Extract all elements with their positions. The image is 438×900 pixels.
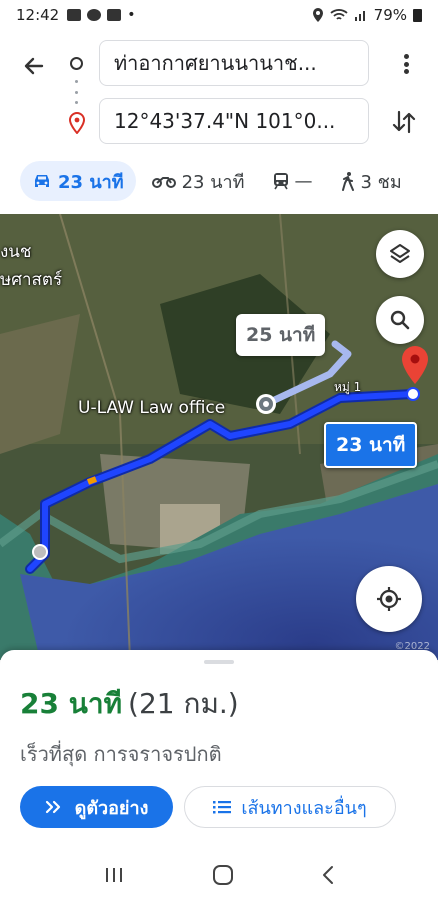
layers-icon bbox=[390, 244, 410, 263]
tab-motorcycle[interactable]: 23 นาที bbox=[140, 161, 257, 201]
system-icons: 79% bbox=[312, 6, 422, 24]
battery-icon bbox=[413, 8, 422, 22]
home-icon[interactable] bbox=[212, 864, 234, 886]
tab-transit-label: — bbox=[294, 170, 313, 192]
route-summary: 23 นาที (21 กม.) bbox=[20, 682, 239, 726]
directions-header: ท่าอากาศยานนานาช... 12°43'37.4"N 101°0..… bbox=[0, 30, 438, 150]
crosshair-icon bbox=[377, 587, 401, 611]
map-area-label-2: ษศาสตร์ bbox=[0, 270, 63, 290]
tab-walk-label: 3 ชม bbox=[360, 171, 402, 193]
double-chevron-right-icon bbox=[45, 800, 60, 814]
steps-more-button[interactable]: เส้นทางและอื่นๆ bbox=[184, 786, 396, 828]
tab-car-label: 23 นาที bbox=[58, 171, 124, 193]
travel-mode-tabs: 23 นาที 23 นาที — 3 ชม bbox=[0, 158, 438, 204]
map-road-label: หมู่ 1 bbox=[334, 380, 362, 394]
facebook-icon bbox=[107, 9, 122, 21]
origin-circle-icon bbox=[70, 57, 83, 70]
motorcycle-icon bbox=[151, 177, 176, 188]
more-dot-icon: • bbox=[127, 7, 136, 23]
route-distance: (21 กม.) bbox=[128, 687, 239, 720]
back-button[interactable] bbox=[20, 52, 48, 80]
location-icon bbox=[312, 8, 323, 22]
main-route-time-bubble[interactable]: 23 นาที bbox=[324, 422, 418, 468]
route-dots-icon bbox=[75, 80, 78, 104]
alt-route-time-bubble[interactable]: 25 นาที bbox=[236, 314, 326, 356]
battery-percent: 79% bbox=[373, 6, 407, 24]
destination-field[interactable]: 12°43'37.4"N 101°0... bbox=[99, 98, 369, 144]
steps-label: เส้นทางและอื่นๆ bbox=[241, 797, 367, 819]
my-location-button[interactable] bbox=[356, 566, 422, 632]
tab-motorcycle-label: 23 นาที bbox=[181, 171, 245, 193]
gallery-icon bbox=[67, 9, 82, 21]
signal-icon bbox=[354, 11, 365, 21]
preview-button[interactable]: ดูตัวอย่าง bbox=[20, 786, 173, 828]
search-icon bbox=[390, 310, 410, 330]
route-duration: 23 นาที bbox=[20, 687, 123, 720]
tab-car[interactable]: 23 นาที bbox=[20, 161, 136, 201]
route-summary-sheet[interactable]: 23 นาที (21 กม.) เร็วที่สุด การจราจรปกติ … bbox=[0, 650, 438, 850]
layers-button[interactable] bbox=[376, 230, 424, 278]
walk-icon bbox=[341, 172, 354, 191]
notification-icons: • bbox=[67, 7, 136, 23]
sheet-drag-handle[interactable] bbox=[204, 660, 234, 664]
map-place-label[interactable]: U-LAW Law office bbox=[78, 398, 225, 418]
tab-transit[interactable]: — bbox=[261, 161, 325, 201]
route-subtitle: เร็วที่สุด การจราจรปกติ bbox=[20, 742, 222, 766]
map-view[interactable]: งนช ษศาสตร์ U-LAW Law office หมู่ 1 25 น… bbox=[0, 214, 438, 660]
origin-text: ท่าอากาศยานนานาช... bbox=[114, 51, 317, 75]
line-icon bbox=[87, 9, 102, 21]
train-icon bbox=[273, 173, 288, 190]
system-nav-bar bbox=[0, 850, 438, 900]
origin-field[interactable]: ท่าอากาศยานนานาช... bbox=[99, 40, 369, 86]
search-along-route-button[interactable] bbox=[376, 296, 424, 344]
back-nav-icon[interactable] bbox=[321, 865, 335, 885]
status-time: 12:42 bbox=[16, 6, 60, 24]
destination-text: 12°43'37.4"N 101°0... bbox=[114, 109, 336, 133]
destination-pin-icon bbox=[68, 112, 86, 134]
status-bar: 12:42 • 79% bbox=[0, 0, 438, 30]
preview-label: ดูตัวอย่าง bbox=[74, 797, 149, 819]
arrow-back-icon bbox=[24, 57, 44, 75]
recent-apps-icon[interactable] bbox=[103, 866, 125, 884]
map-area-label-1: งนช bbox=[0, 242, 32, 262]
tab-walk[interactable]: 3 ชม bbox=[329, 161, 414, 201]
swap-icon[interactable] bbox=[390, 108, 418, 136]
list-icon bbox=[213, 801, 232, 814]
car-icon bbox=[35, 175, 49, 187]
wifi-icon bbox=[330, 9, 348, 20]
more-options-button[interactable] bbox=[396, 50, 416, 78]
